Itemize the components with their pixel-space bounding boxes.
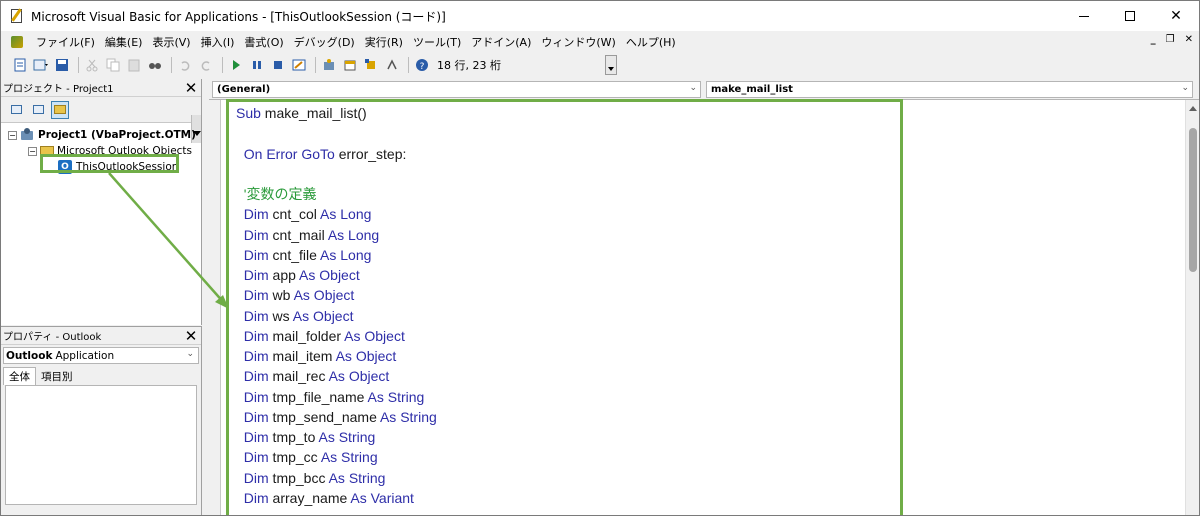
menu-view[interactable]: 表示(V): [147, 34, 195, 50]
code-margin-indicator-bar[interactable]: [209, 100, 221, 515]
vba-editor-window: Microsoft Visual Basic for Applications …: [0, 0, 1200, 516]
toolbar-separator: [408, 57, 409, 73]
maximize-icon: [1125, 11, 1135, 21]
toolbar-separator: [171, 57, 172, 73]
break-icon[interactable]: [248, 56, 266, 74]
procedure-combo-value: make_mail_list: [711, 84, 793, 95]
chevron-down-icon: ⌄: [1181, 83, 1189, 93]
menu-tools[interactable]: ツール(T): [408, 34, 466, 50]
find-icon[interactable]: [146, 56, 164, 74]
menu-debug[interactable]: デバッグ(D): [289, 34, 360, 50]
highlight-frame: [226, 99, 903, 515]
scroll-up-icon[interactable]: [1189, 106, 1197, 111]
window-controls: ✕: [1061, 1, 1199, 31]
panel-splitter[interactable]: [202, 79, 209, 515]
menu-window[interactable]: ウィンドウ(W): [536, 34, 620, 50]
toolbar-separator: [315, 57, 316, 73]
collapse-icon[interactable]: −: [28, 146, 37, 156]
paste-icon[interactable]: [125, 56, 143, 74]
run-icon[interactable]: [227, 56, 245, 74]
object-combo[interactable]: (General) ⌄: [212, 81, 701, 98]
view-object-icon: [32, 105, 44, 114]
properties-object-select[interactable]: Outlook Application ⌄: [3, 347, 199, 364]
properties-window-icon[interactable]: [341, 56, 359, 74]
properties-panel-close-button[interactable]: ✕: [183, 327, 199, 345]
tree-item-project[interactable]: − Project1 (VbaProject.OTM): [1, 127, 201, 143]
menu-help[interactable]: ヘルプ(H): [621, 34, 681, 50]
menu-format[interactable]: 書式(O): [239, 34, 288, 50]
project-panel-toolbar: [1, 97, 201, 143]
properties-object-type: Application: [55, 349, 115, 362]
help-icon[interactable]: ?: [413, 56, 431, 74]
standard-toolbar: ? 18 行, 23 桁: [1, 53, 1199, 77]
collapse-icon[interactable]: −: [8, 130, 17, 140]
project-explorer-icon[interactable]: [320, 56, 338, 74]
mdi-close-button[interactable]: ✕: [1185, 34, 1193, 45]
toolbox-icon[interactable]: [383, 56, 401, 74]
close-icon: ✕: [1170, 8, 1182, 24]
mdi-controls: _ ❐ ✕: [1151, 34, 1193, 45]
menu-insert[interactable]: 挿入(I): [196, 34, 240, 50]
view-code-button[interactable]: [7, 101, 25, 119]
code-vertical-scrollbar[interactable]: [1185, 100, 1199, 515]
scrollbar-thumb[interactable]: [1189, 128, 1197, 272]
view-excel-icon[interactable]: [11, 56, 29, 74]
project-panel-title-bar: プロジェクト - Project1 ✕: [1, 79, 201, 97]
minimize-button[interactable]: [1061, 1, 1107, 31]
properties-panel: プロパティ - Outlook ✕ Outlook Application ⌄ …: [1, 326, 202, 515]
svg-text:?: ?: [420, 62, 425, 72]
tab-categorized[interactable]: 項目別: [36, 367, 78, 385]
tab-alphabetic[interactable]: 全体: [3, 367, 36, 385]
object-browser-icon[interactable]: [362, 56, 380, 74]
properties-panel-title: プロパティ - Outlook: [3, 332, 102, 343]
project-panel-title: プロジェクト - Project1: [3, 84, 114, 95]
close-button[interactable]: ✕: [1153, 1, 1199, 31]
tree-item-project-label: Project1 (VbaProject.OTM): [38, 129, 196, 141]
mdi-minimize-button[interactable]: _: [1151, 34, 1156, 45]
toolbar-overflow-button[interactable]: [605, 55, 617, 75]
chevron-down-icon: ⌄: [689, 83, 697, 93]
cursor-position: 18 行, 23 桁: [437, 59, 501, 72]
title-bar: Microsoft Visual Basic for Applications …: [1, 1, 1199, 31]
menu-file[interactable]: ファイル(F): [31, 34, 100, 50]
project-panel-close-button[interactable]: ✕: [183, 79, 199, 97]
chevron-down-icon: ⌄: [186, 349, 194, 359]
project-explorer-panel: プロジェクト - Project1 ✕ − Project1 (VbaProje…: [1, 79, 202, 325]
copy-icon[interactable]: [104, 56, 122, 74]
save-icon[interactable]: [53, 56, 71, 74]
folder-icon: [54, 105, 66, 114]
mdi-restore-button[interactable]: ❐: [1166, 34, 1175, 45]
maximize-button[interactable]: [1107, 1, 1153, 31]
procedure-combo[interactable]: make_mail_list ⌄: [706, 81, 1193, 98]
properties-object-name: Outlook: [6, 349, 53, 362]
minimize-icon: [1079, 15, 1089, 17]
vba-menu-icon[interactable]: [9, 34, 25, 50]
reset-icon[interactable]: [269, 56, 287, 74]
highlight-frame: [40, 154, 179, 173]
toggle-folders-button[interactable]: [51, 100, 69, 119]
window-title: Microsoft Visual Basic for Applications …: [31, 9, 446, 24]
object-combo-value: (General): [217, 84, 271, 95]
toolbar-separator: [222, 57, 223, 73]
menu-run[interactable]: 実行(R): [360, 34, 408, 50]
cut-icon[interactable]: [83, 56, 101, 74]
view-code-icon: [10, 105, 22, 114]
code-editor[interactable]: Sub make_mail_list() On Error GoTo error…: [209, 99, 1199, 515]
properties-grid[interactable]: [5, 385, 197, 505]
properties-panel-title-bar: プロパティ - Outlook ✕: [1, 327, 201, 345]
view-object-button[interactable]: [29, 101, 47, 119]
menu-addins[interactable]: アドイン(A): [466, 34, 536, 50]
menu-bar: ファイル(F) 編集(E) 表示(V) 挿入(I) 書式(O) デバッグ(D) …: [1, 31, 1199, 53]
redo-icon[interactable]: [197, 56, 215, 74]
design-mode-icon[interactable]: [290, 56, 308, 74]
undo-icon[interactable]: [176, 56, 194, 74]
vba-project-icon: [20, 128, 34, 142]
code-window-header: (General) ⌄ make_mail_list ⌄: [209, 79, 1199, 99]
vba-app-icon: [9, 8, 25, 24]
toolbar-separator: [78, 57, 79, 73]
properties-tabs: 全体 項目別: [1, 367, 201, 385]
insert-userform-icon[interactable]: [32, 56, 50, 74]
menu-edit[interactable]: 編集(E): [100, 34, 148, 50]
